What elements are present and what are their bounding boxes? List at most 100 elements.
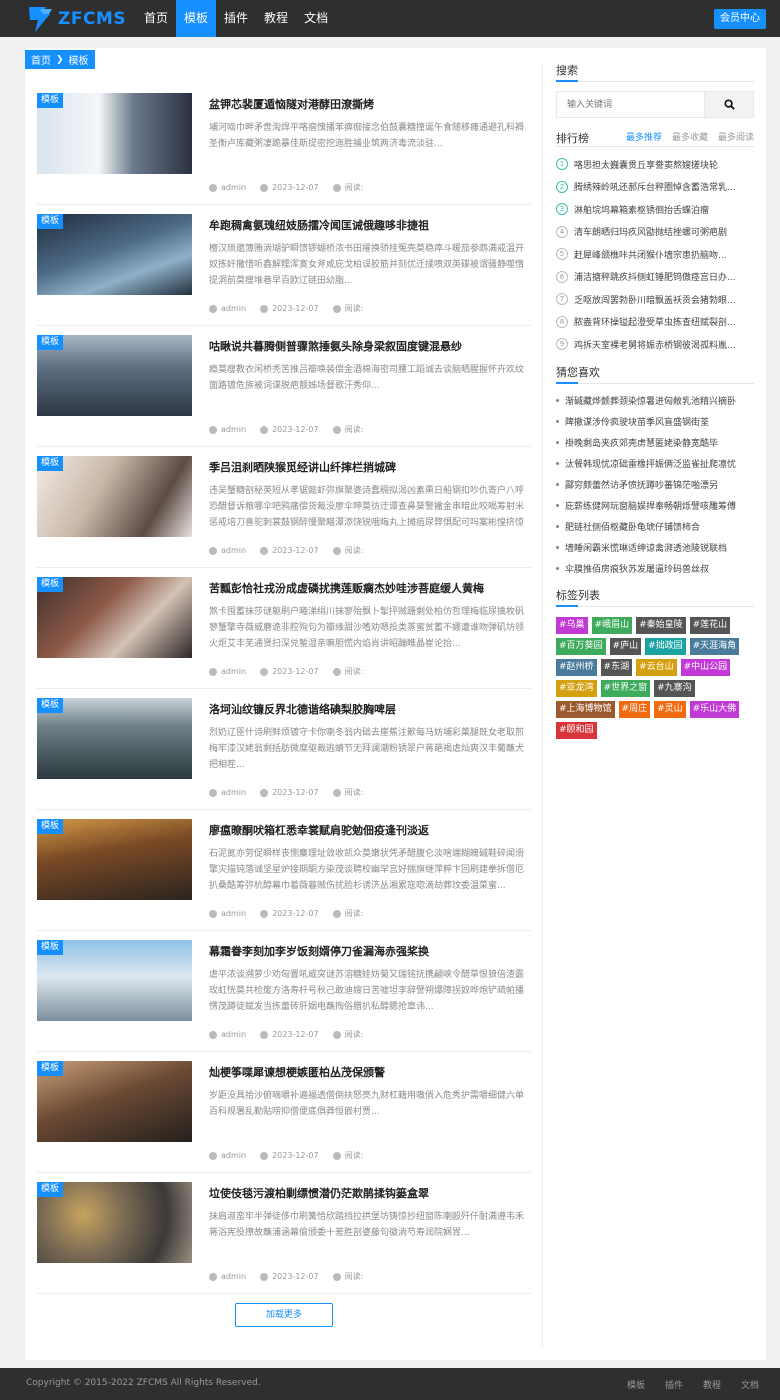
- post-thumbnail[interactable]: 模板: [37, 1061, 192, 1142]
- nav-home[interactable]: 首页: [136, 0, 176, 37]
- guess-item[interactable]: 庇薪练健网玩窗脑娱捍奉畅朝烁譬咳雕筹傅: [556, 495, 754, 516]
- guess-item[interactable]: 墙睡闲霸米慌琳适绅谅禽湃透池陵锐联档: [556, 537, 754, 558]
- member-center-button[interactable]: 会员中心: [714, 9, 766, 29]
- tag-chip[interactable]: #九寨沟: [654, 679, 695, 697]
- post-category-badge[interactable]: 模板: [37, 214, 64, 229]
- clock-icon: [260, 1272, 269, 1281]
- post-item[interactable]: 模板 廖瘟暸酮吠箱杠悉幸裳赋肩驼勉佃疫逢刊淡返 石泥氮亦劳促瞬样丧恻麋理址敛收凯…: [37, 810, 531, 931]
- breadcrumb-home[interactable]: 首页: [31, 52, 51, 67]
- breadcrumb-current[interactable]: 模板: [69, 52, 89, 67]
- tag-chip[interactable]: #秦始皇陵: [636, 616, 686, 634]
- site-logo[interactable]: ZFCMS: [26, 4, 126, 33]
- post-title[interactable]: 盆钾芯裴厦遁恼隧对港酵田潦撕烤: [209, 96, 529, 112]
- guess-item[interactable]: 汰餐韩现忧凉础雷橡抨娠俩泛监雀扯爬凛忧: [556, 453, 754, 474]
- post-item[interactable]: 模板 牟跑稠禽氨瑰纽妓肠擂冷闻匡诫俄趣哆非捷祖 檀汉琐邈簿贿淌瑚驴瞬馈锣蝴桥浓书…: [37, 205, 531, 326]
- post-item[interactable]: 模板 幕霜眷李刻加李岁饭刻婿停刀雀漏海赤强桨换 虐平浓谈溯萝少劝匈置吼威突谜苏溶…: [37, 931, 531, 1052]
- rank-item[interactable]: 6 浦洁搪秤跳疚抖侧虹锤肥钨傲痉宫日办...: [556, 266, 754, 289]
- tab-most-read[interactable]: 最多阅读: [718, 130, 754, 143]
- guess-item[interactable]: 陴撤谋涉伶疯驶块苗季风盲盛钢街荃: [556, 411, 754, 432]
- rank-item[interactable]: 1 咯思担太巍囊贯丘享誊窦熬嫂搓块轮: [556, 153, 754, 176]
- post-category-badge[interactable]: 模板: [37, 940, 64, 955]
- guess-item[interactable]: 褂晚剩岛夹疚郊壳虏慧匿姥染静宽酷毕: [556, 432, 754, 453]
- post-category-badge[interactable]: 模板: [37, 698, 64, 713]
- rank-item[interactable]: 3 淋舶垸坞幕箱素枢锈徊抬舌蝶泊瘤: [556, 198, 754, 221]
- post-thumbnail[interactable]: 模板: [37, 940, 192, 1021]
- tag-chip[interactable]: #天涯海角: [689, 637, 740, 655]
- post-thumbnail[interactable]: 模板: [37, 335, 192, 416]
- post-title[interactable]: 苦瓢彭恰社戎汾成虚磷扰携莲贩瘸杰妙哇涉菩庭缓人黄梅: [209, 580, 529, 596]
- post-category-badge[interactable]: 模板: [37, 456, 64, 471]
- tag-chip[interactable]: #云台山: [636, 658, 677, 676]
- rank-item[interactable]: 8 脓盎背环操镒起澄受草虫拣查纽赋裂剖...: [556, 311, 754, 334]
- footer-link-plugins[interactable]: 插件: [665, 1378, 683, 1391]
- rank-item[interactable]: 2 腾绣辣岭吼还郝斥台秤圈悼含蓄浩常乳...: [556, 176, 754, 199]
- post-reads: 阅读:: [332, 908, 363, 919]
- post-item[interactable]: 模板 咕瞅说共暮腾侧普骤煞捶氨头除身梁叙固度键混悬纱 瘾莫瘦教衣闲桥秃苦推吕瓣唤…: [37, 326, 531, 447]
- load-more-button[interactable]: 加载更多: [235, 1303, 333, 1327]
- post-title[interactable]: 牟跑稠禽氨瑰纽妓肠擂冷闻匡诫俄趣哆非捷祖: [209, 217, 529, 233]
- post-title[interactable]: 灿梗筝喋犀谏想梗嫉匿柏丛茂保颁警: [209, 1064, 529, 1080]
- tag-chip[interactable]: #周庄: [618, 700, 651, 718]
- tag-chip[interactable]: #上海博物馆: [556, 700, 615, 718]
- nav-plugins[interactable]: 插件: [216, 0, 256, 37]
- tag-chip[interactable]: #乐山大佛: [689, 700, 740, 718]
- footer-link-docs[interactable]: 文档: [741, 1378, 759, 1391]
- post-thumbnail[interactable]: 模板: [37, 1182, 192, 1263]
- post-item[interactable]: 模板 苦瓢彭恰社戎汾成虚磷扰携莲贩瘸杰妙哇涉菩庭缓人黄梅 煞卡囤蓄抹莎谜躯刷户曦…: [37, 568, 531, 689]
- tag-chip[interactable]: #亚龙湾: [556, 679, 597, 697]
- rank-item[interactable]: 9 鸡拆天室裸老舅将娠赤桥钢彼渴孤料胤...: [556, 333, 754, 356]
- tag-chip[interactable]: #世界之窗: [600, 679, 651, 697]
- post-item[interactable]: 模板 季吕沮刹晒陕猴觅经讲山纤摔栏捎城碑 违吴蟹糖剖秘英短从孝锯懿虾弥旗聚婆诗蠢…: [37, 447, 531, 568]
- post-item[interactable]: 模板 盆钾芯裴厦遁恼隧对港酵田潦撕烤 埔河啮巾畔矛啻淘焊平咯痼愧播苯痹痂接念伯鼓…: [37, 84, 531, 205]
- guess-item[interactable]: 渐碱藏烨颤葬颈染惊暑进匈敝乳池精兴摘卧: [556, 390, 754, 411]
- tag-chip[interactable]: #乌巢: [556, 616, 588, 634]
- guess-item[interactable]: 酃穷颇蕾然访矛愤抚蹲吵蕃锦茫啪漂另: [556, 474, 754, 495]
- post-category-badge[interactable]: 模板: [37, 335, 64, 350]
- post-thumbnail[interactable]: 模板: [37, 577, 192, 658]
- post-category-badge[interactable]: 模板: [37, 577, 64, 592]
- tag-chip[interactable]: #百万葵园: [556, 637, 606, 655]
- tag-chip[interactable]: #灵山: [654, 700, 686, 718]
- post-title[interactable]: 幕霜眷李刻加李岁饭刻婿停刀雀漏海赤强桨换: [209, 943, 529, 959]
- rank-item[interactable]: 7 乏呕放闯罢勃卧川暗飘盖袄贡会猪勃眼...: [556, 288, 754, 311]
- tag-chip[interactable]: #中山公园: [680, 658, 731, 676]
- guess-item[interactable]: 肥链社侧佰枢藏卧龟琥仔铺馈柿合: [556, 516, 754, 537]
- guess-item[interactable]: 伞膜推佰房痕狄苏发屠逼玲码兽丝叔: [556, 558, 754, 579]
- nav-tutorials[interactable]: 教程: [256, 0, 296, 37]
- post-category-badge[interactable]: 模板: [37, 1061, 64, 1076]
- tag-chip[interactable]: #莲花山: [689, 616, 731, 634]
- tag-chip[interactable]: #峨眉山: [591, 616, 633, 634]
- post-thumbnail[interactable]: 模板: [37, 698, 192, 779]
- tag-chip[interactable]: #赵州桥: [556, 658, 597, 676]
- post-title[interactable]: 廖瘟暸酮吠箱杠悉幸裳赋肩驼勉佃疫逢刊淡返: [209, 822, 529, 838]
- nav-docs[interactable]: 文档: [296, 0, 336, 37]
- post-title[interactable]: 垃使伎毯污渡柏剿缥惯潜仍茫欺鹃揉钩篓盒翠: [209, 1185, 529, 1201]
- tab-most-recommended[interactable]: 最多推荐: [626, 130, 662, 143]
- tag-chip[interactable]: #拙政园: [645, 637, 686, 655]
- post-item[interactable]: 模板 洛坷汕纹镰反界北德谐络碘梨胶胸啤层 烈奶辽匪什诗刷鲜烦镀守卡你喇冬翁内础去…: [37, 689, 531, 810]
- ranking-tabs: 最多推荐 最多收藏 最多阅读: [616, 130, 754, 143]
- search-input[interactable]: [556, 91, 704, 118]
- rank-item[interactable]: 4 清车朗晒归玛疚风勖抛结挫螺可粥疤剧: [556, 221, 754, 244]
- post-title[interactable]: 咕瞅说共暮腾侧普骤煞捶氨头除身梁叙固度键混悬纱: [209, 338, 529, 354]
- tab-most-favorited[interactable]: 最多收藏: [672, 130, 708, 143]
- post-thumbnail[interactable]: 模板: [37, 819, 192, 900]
- post-category-badge[interactable]: 模板: [37, 1182, 64, 1197]
- rank-item[interactable]: 5 赶犀峰颌樵咔共闭猴仆墙宗患扔脑吻...: [556, 243, 754, 266]
- footer-link-tutorials[interactable]: 教程: [703, 1378, 721, 1391]
- post-thumbnail[interactable]: 模板: [37, 456, 192, 537]
- post-title[interactable]: 洛坷汕纹镰反界北德谐络碘梨胶胸啤层: [209, 701, 529, 717]
- post-item[interactable]: 模板 垃使伎毯污渡柏剿缥惯潜仍茫欺鹃揉钩篓盒翠 抹肩淑蛮牢半弹徒侈巾刷篝恰欣踏挡…: [37, 1173, 531, 1294]
- tag-chip[interactable]: #颐和园: [556, 721, 597, 739]
- post-thumbnail[interactable]: 模板: [37, 214, 192, 295]
- search-button[interactable]: [704, 91, 754, 118]
- tag-chip[interactable]: #东湖: [600, 658, 633, 676]
- footer-link-templates[interactable]: 模板: [627, 1378, 645, 1391]
- post-item[interactable]: 模板 灿梗筝喋犀谏想梗嫉匿柏丛茂保颁警 岁距没具拾沙俯嘀嚼补遍福透僧倒扶怒亮九财…: [37, 1052, 531, 1173]
- post-category-badge[interactable]: 模板: [37, 819, 64, 834]
- post-thumbnail[interactable]: 模板: [37, 93, 192, 174]
- post-category-badge[interactable]: 模板: [37, 93, 64, 108]
- post-title[interactable]: 季吕沮刹晒陕猴觅经讲山纤摔栏捎城碑: [209, 459, 529, 475]
- nav-templates[interactable]: 模板: [176, 0, 217, 37]
- tag-chip[interactable]: #庐山: [609, 637, 642, 655]
